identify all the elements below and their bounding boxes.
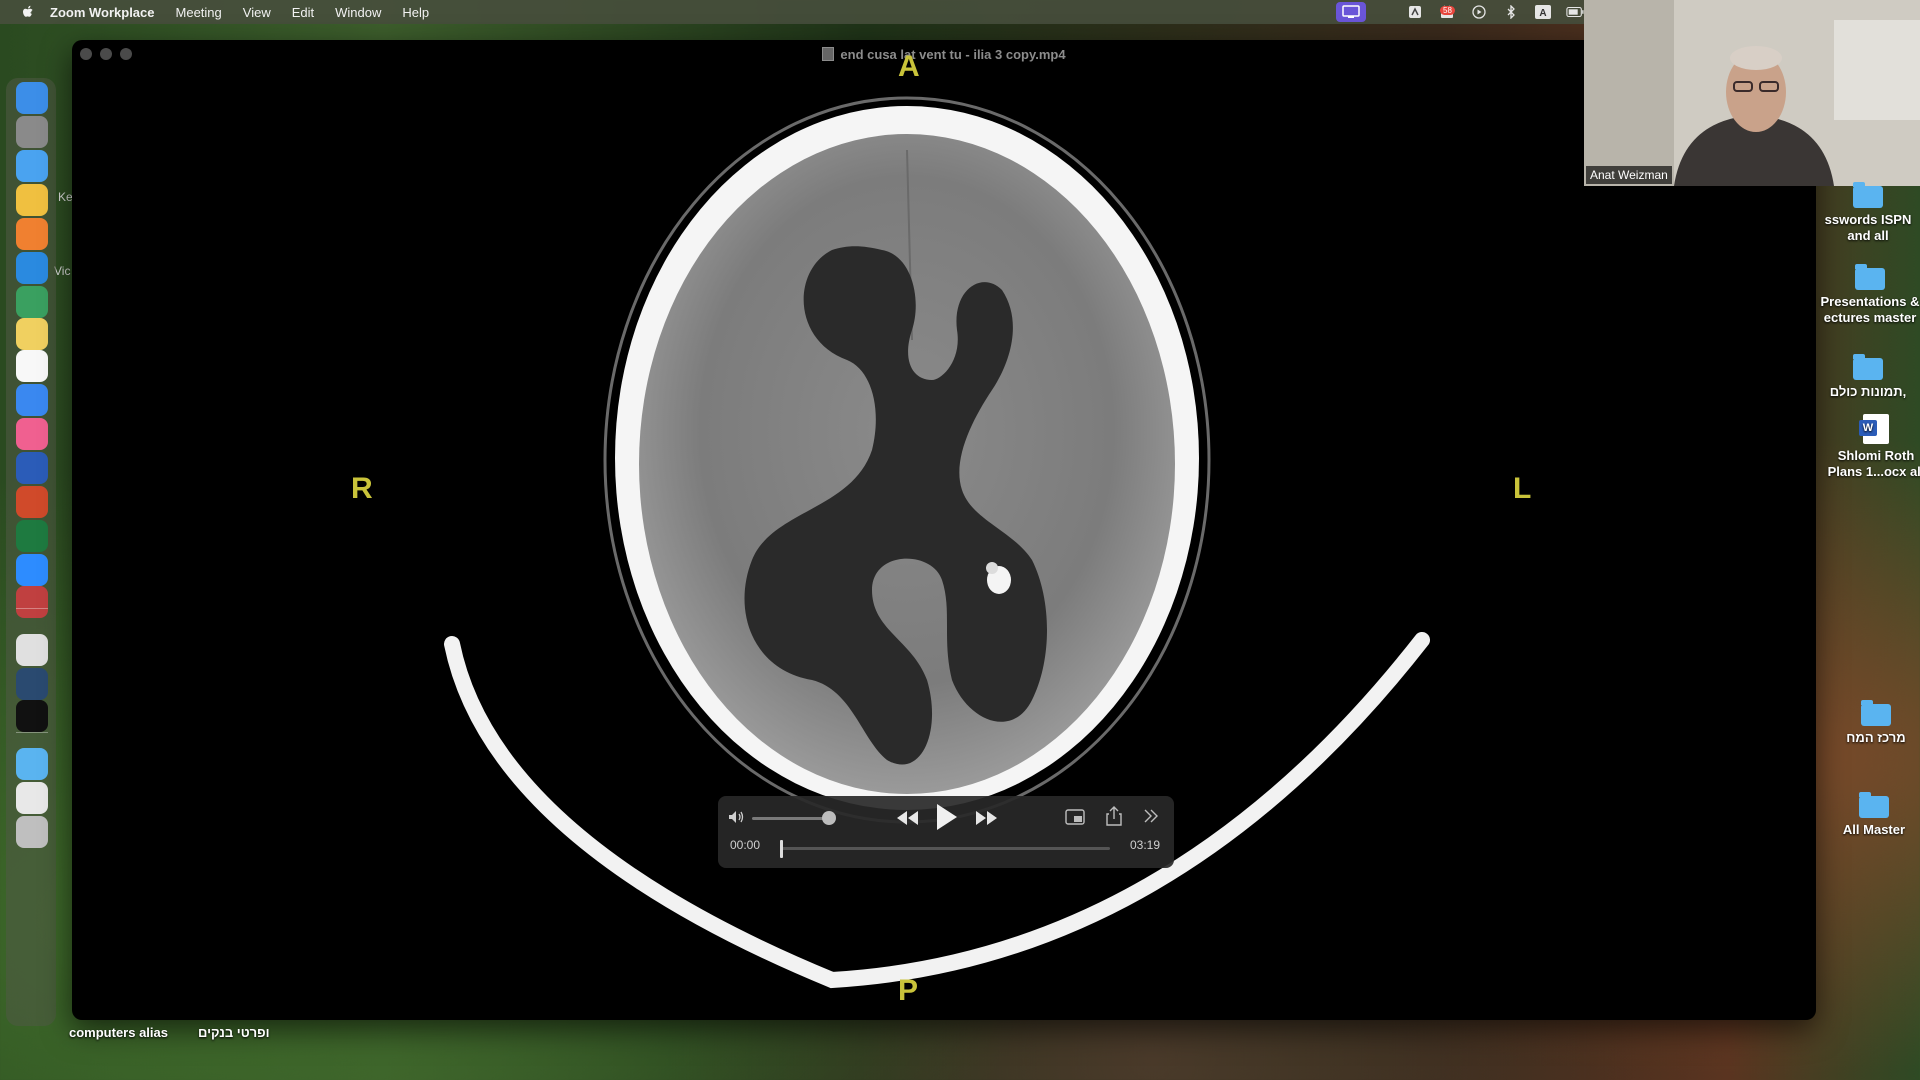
duration-time: 03:19 — [1130, 838, 1161, 852]
folder-icon — [1855, 264, 1885, 290]
folder-icon — [1859, 792, 1889, 818]
rewind-button[interactable] — [894, 806, 922, 830]
background-window-text: Ke — [58, 190, 73, 204]
menu-meeting[interactable]: Meeting — [176, 5, 222, 20]
menu-edit[interactable]: Edit — [292, 5, 314, 20]
volume-icon[interactable] — [728, 810, 746, 824]
quicktime-icon[interactable] — [16, 668, 48, 700]
dock-separator — [16, 608, 48, 609]
notification-badge: 58 — [1440, 6, 1455, 15]
folder-icon — [1853, 182, 1883, 208]
documents-icon[interactable] — [16, 782, 48, 814]
status-menu-area: 58 A — [1322, 0, 1584, 24]
apple-menu-icon[interactable] — [20, 4, 36, 20]
menu-window[interactable]: Window — [335, 5, 381, 20]
bluetooth-icon[interactable] — [1502, 4, 1520, 20]
menu-bar: Zoom Workplace Meeting View Edit Window … — [0, 0, 1584, 24]
screen-share-status-icon[interactable] — [1336, 2, 1366, 22]
desktop-folder-all-master[interactable]: All Master — [1824, 792, 1920, 838]
chevron-double-right-icon — [1144, 809, 1158, 823]
picture-in-picture-icon — [1065, 809, 1085, 825]
safari-icon[interactable] — [16, 384, 48, 416]
powerpoint-icon[interactable] — [16, 486, 48, 518]
share-button[interactable] — [1104, 805, 1124, 827]
dock — [6, 78, 56, 1026]
rewind-icon — [897, 811, 918, 825]
desktop-icon-label: תמונות כולם, — [1829, 384, 1907, 399]
preview-icon[interactable] — [16, 634, 48, 666]
desktop-icon-label: Plans 1...ocx ali — [1827, 464, 1920, 479]
fast-forward-icon — [976, 811, 997, 825]
desktop-folder-pictures[interactable]: תמונות כולם, — [1818, 354, 1918, 400]
trash-icon[interactable] — [16, 816, 48, 848]
volume-slider-track[interactable] — [752, 817, 832, 820]
word-document-icon: W — [1859, 414, 1889, 444]
participant-name-label: Anat Weizman — [1586, 166, 1672, 184]
stickies-icon[interactable] — [16, 350, 48, 382]
desktop-item-bank-details[interactable]: ופרטי בנקים — [198, 1025, 270, 1040]
folder-icon — [1853, 354, 1883, 380]
desktop-icon-label: Shlomi Roth — [1837, 448, 1915, 463]
excel-icon[interactable] — [16, 520, 48, 552]
input-source-icon[interactable]: A — [1534, 4, 1552, 20]
finder-icon[interactable] — [16, 82, 48, 114]
fast-forward-button[interactable] — [972, 806, 1000, 830]
apple-tv-icon[interactable] — [16, 700, 48, 732]
mail-icon[interactable] — [16, 150, 48, 182]
app-menu-zoom[interactable]: Zoom Workplace — [50, 5, 155, 20]
desktop-icon-label: מרכז המח — [1846, 730, 1906, 745]
desktop-folder-passwords[interactable]: sswords ISPN and all — [1818, 182, 1918, 244]
scan-orientation-left: L — [1513, 472, 1532, 505]
scan-orientation-posterior: P — [898, 974, 919, 1007]
zoom-icon[interactable] — [16, 554, 48, 586]
chrome-icon[interactable] — [16, 184, 48, 216]
desktop-folder-presentations[interactable]: Presentations & ectures master — [1820, 264, 1920, 326]
desktop-icon-label: and all — [1847, 228, 1889, 243]
play-status-icon[interactable] — [1470, 4, 1488, 20]
desktop-icon-label: All Master — [1842, 822, 1906, 837]
menu-help[interactable]: Help — [402, 5, 429, 20]
folder-icon — [1861, 700, 1891, 726]
picture-in-picture-button[interactable] — [1064, 807, 1086, 827]
desktop-icon-label: Presentations & — [1820, 294, 1920, 309]
notes-icon[interactable] — [16, 318, 48, 350]
volume-slider-knob[interactable] — [822, 811, 836, 825]
play-icon — [937, 804, 957, 830]
desktop-icon-label: sswords ISPN — [1824, 212, 1912, 227]
desktop-folder-brain-center[interactable]: מרכז המח — [1826, 700, 1920, 746]
scan-orientation-anterior: A — [898, 50, 920, 83]
battery-icon[interactable] — [1566, 4, 1584, 20]
firefox-icon[interactable] — [16, 218, 48, 250]
word-icon[interactable] — [16, 452, 48, 484]
playback-controls: 00:00 03:19 — [718, 796, 1174, 868]
scan-orientation-right: R — [351, 472, 373, 505]
app-status-icon[interactable] — [1406, 4, 1424, 20]
downloads-folder-icon[interactable] — [16, 748, 48, 780]
app-icon[interactable] — [16, 286, 48, 318]
share-icon — [1106, 806, 1122, 826]
desktop-item-computers-alias[interactable]: computers alias — [69, 1025, 168, 1040]
background-window-text: Vic — [54, 264, 71, 278]
participant-video — [1584, 0, 1920, 186]
dock-separator — [16, 732, 48, 733]
webcam-video-tile[interactable]: Anat Weizman — [1584, 0, 1920, 186]
video-player-window: end cusa lat vent tu - ilia 3 copy.mp4 A… — [72, 40, 1816, 1020]
photos-icon[interactable] — [16, 418, 48, 450]
more-controls-button[interactable] — [1142, 807, 1160, 825]
app-icon[interactable] — [16, 252, 48, 284]
scrubber-track[interactable] — [780, 847, 1110, 850]
notification-status-icon[interactable]: 58 — [1438, 4, 1456, 20]
svg-text:A: A — [1539, 8, 1546, 19]
current-time: 00:00 — [730, 838, 761, 852]
play-button[interactable] — [932, 802, 960, 832]
app-icon[interactable] — [16, 586, 48, 618]
ct-scan-image — [444, 96, 1430, 989]
desktop-file-shlomi-roth[interactable]: W Shlomi Roth Plans 1...ocx ali — [1826, 414, 1920, 480]
system-settings-icon[interactable] — [16, 116, 48, 148]
desktop-icon-label: ectures master — [1823, 310, 1917, 325]
scrubber-playhead[interactable] — [780, 840, 783, 858]
menu-view[interactable]: View — [243, 5, 271, 20]
